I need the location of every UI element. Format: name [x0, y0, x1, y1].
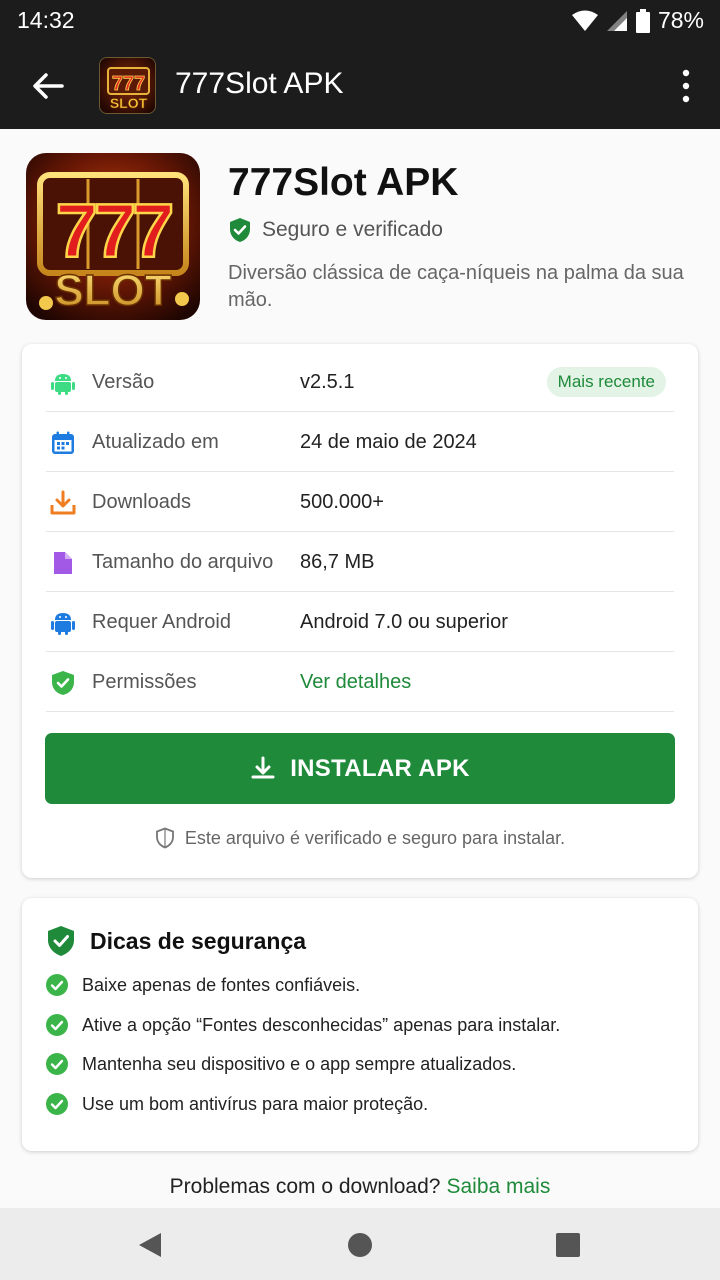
- icon-slot-text: SLOT: [54, 266, 171, 315]
- nav-back-icon[interactable]: [137, 1232, 163, 1258]
- tip-text: Ative a opção “Fontes desconhecidas” ape…: [82, 1014, 561, 1035]
- info-row-size: Tamanho do arquivo 86,7 MB: [46, 532, 674, 592]
- battery-icon: [635, 8, 650, 33]
- check-circle-icon: [46, 1093, 68, 1115]
- info-value: Android 7.0 ou superior: [300, 611, 508, 633]
- wifi-icon: [571, 10, 598, 31]
- check-circle-icon: [46, 1014, 68, 1036]
- shield-check-icon: [230, 218, 250, 242]
- info-value: v2.5.1: [300, 371, 355, 393]
- install-label: INSTALAR APK: [290, 754, 470, 782]
- tip-item: Mantenha seu dispositivo e o app sempre …: [46, 1053, 516, 1075]
- system-nav-bar: [0, 1208, 720, 1280]
- app-bar: 777 SLOT 777Slot APK: [0, 42, 720, 129]
- check-circle-icon: [46, 974, 68, 996]
- info-label: Permissões: [92, 671, 197, 693]
- safe-note: Este arquivo é verificado e seguro para …: [22, 827, 698, 849]
- app-bar-title: 777Slot APK: [175, 67, 344, 100]
- app-name: 777Slot APK: [228, 161, 459, 204]
- help-footer: Problemas com o download? Saiba mais: [0, 1175, 720, 1199]
- nav-home-icon[interactable]: [347, 1232, 373, 1258]
- help-text: Problemas com o download?: [169, 1175, 441, 1198]
- tip-item: Baixe apenas de fontes confiáveis.: [46, 974, 360, 996]
- tip-text: Baixe apenas de fontes confiáveis.: [82, 974, 361, 995]
- more-options-icon[interactable]: [678, 68, 694, 104]
- info-row-updated: Atualizado em 24 de maio de 2024: [46, 412, 674, 472]
- tip-text: Use um bom antivírus para maior proteção…: [82, 1093, 429, 1114]
- info-value: 24 de maio de 2024: [300, 431, 477, 453]
- info-label: Tamanho do arquivo: [92, 551, 274, 573]
- logo-slot-text: SLOT: [110, 95, 148, 111]
- app-icon: 777 SLOT: [26, 153, 200, 320]
- tip-item: Ative a opção “Fontes desconhecidas” ape…: [46, 1014, 560, 1036]
- android-robot-icon: [51, 613, 75, 635]
- security-tips-card: Dicas de segurança Baixe apenas de fonte…: [22, 898, 698, 1151]
- back-arrow-icon[interactable]: [28, 66, 68, 106]
- signal-icon: [606, 10, 627, 31]
- tip-text: Mantenha seu dispositivo e o app sempre …: [82, 1053, 517, 1074]
- info-label: Atualizado em: [92, 431, 219, 453]
- view-details-link[interactable]: Ver detalhes: [300, 671, 411, 694]
- file-icon: [54, 552, 72, 574]
- info-row-downloads: Downloads 500.000+: [46, 472, 674, 532]
- download-icon: [251, 756, 275, 778]
- info-value: 86,7 MB: [300, 551, 375, 573]
- nav-recents-icon[interactable]: [555, 1232, 581, 1258]
- info-value: 500.000+: [300, 491, 384, 513]
- status-time: 14:32: [17, 7, 75, 33]
- shield-check-icon: [52, 671, 74, 695]
- tip-item: Use um bom antivírus para maior proteção…: [46, 1093, 428, 1115]
- shield-check-icon: [48, 926, 74, 956]
- info-row-version: Versão v2.5.1 Mais recente: [46, 352, 674, 412]
- app-description: Diversão clássica de caça-níqueis na pal…: [228, 262, 684, 311]
- verified-label: Seguro e verificado: [262, 218, 443, 241]
- latest-badge: Mais recente: [546, 367, 666, 397]
- logo-777-text: 777: [112, 73, 145, 95]
- shield-outline-icon: [155, 827, 174, 849]
- check-circle-icon: [46, 1053, 68, 1075]
- content: 777 SLOT 777Slot APK Seguro e verificado…: [0, 129, 720, 1208]
- info-label: Downloads: [92, 491, 191, 513]
- tips-title: Dicas de segurança: [46, 925, 306, 957]
- info-row-permissions: Permissões Ver detalhes: [46, 652, 674, 712]
- status-bar: 14:32 78%: [0, 0, 720, 42]
- info-label: Requer Android: [92, 611, 231, 633]
- info-label: Versão: [92, 371, 155, 393]
- calendar-icon: [52, 431, 74, 454]
- tips-title-text: Dicas de segurança: [90, 927, 307, 954]
- app-info-card: Versão v2.5.1 Mais recente Atualizado em…: [22, 344, 698, 878]
- verified-badge: Seguro e verificado: [228, 217, 443, 243]
- android-icon: [51, 374, 75, 395]
- app-logo: 777 SLOT: [99, 57, 156, 114]
- battery-level: 78%: [657, 7, 704, 33]
- learn-more-link[interactable]: Saiba mais: [446, 1175, 550, 1198]
- safe-note-text: Este arquivo é verificado e seguro para …: [184, 827, 566, 848]
- icon-777-text: 777: [56, 189, 172, 274]
- install-apk-button[interactable]: INSTALAR APK: [45, 733, 675, 804]
- info-row-requires: Requer Android Android 7.0 ou superior: [46, 592, 674, 652]
- download-icon: [50, 490, 76, 515]
